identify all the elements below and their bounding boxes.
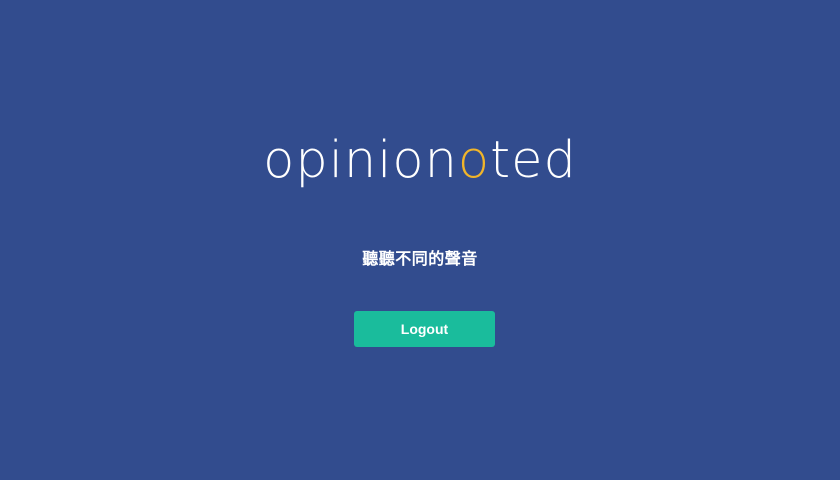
logo-accent-letter: o xyxy=(457,131,491,190)
landing-screen: opinionoted 聽聽不同的聲音 Logout xyxy=(0,0,840,480)
logo-text-suffix: ted xyxy=(490,131,577,190)
tagline: 聽聽不同的聲音 xyxy=(362,251,478,268)
logo-text-prefix: opinion xyxy=(263,131,458,190)
opinionoted-logo: opinionoted xyxy=(0,126,840,196)
logout-button[interactable]: Logout xyxy=(354,311,495,347)
